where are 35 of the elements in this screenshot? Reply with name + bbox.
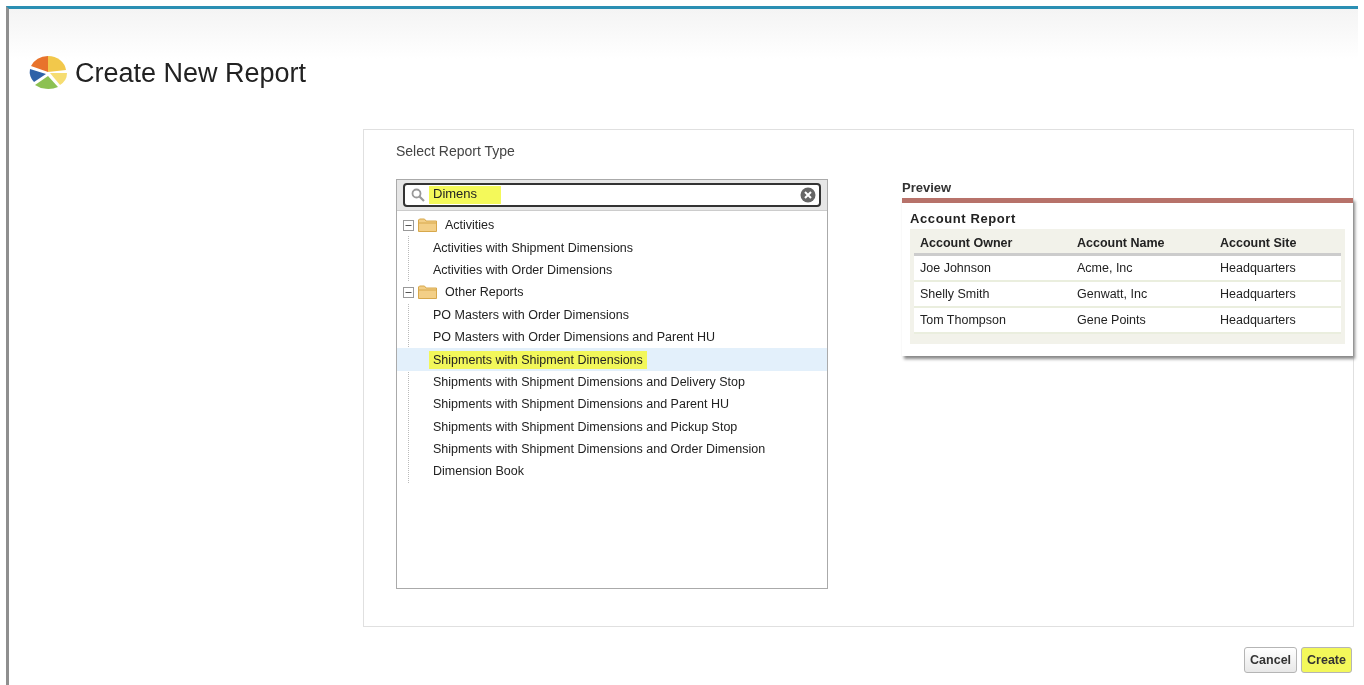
- folder-icon: [418, 285, 437, 300]
- report-type-item[interactable]: PO Masters with Order Dimensions: [429, 305, 633, 324]
- pie-chart-icon: [28, 54, 70, 92]
- folder-item[interactable]: Other Reports: [441, 283, 528, 302]
- table-cell: Headquarters: [1214, 307, 1341, 333]
- table-cell: Headquarters: [1214, 281, 1341, 307]
- action-button[interactable]: Cancel: [1244, 647, 1298, 673]
- action-button[interactable]: Create: [1301, 647, 1352, 673]
- report-type-item[interactable]: PO Masters with Order Dimensions and Parent HU: [429, 328, 720, 347]
- table-cell: Joe Johnson: [914, 254, 1071, 281]
- table-cell: Tom Thompson: [914, 307, 1071, 333]
- table-cell: Shelly Smith: [914, 281, 1071, 307]
- search-icon: [411, 188, 425, 202]
- page-title: Create New Report: [75, 57, 307, 89]
- table-cell: Headquarters: [1214, 254, 1341, 281]
- preview-heading: Preview: [902, 180, 953, 195]
- folder-item[interactable]: Activities: [441, 216, 499, 235]
- report-type-item[interactable]: Activities with Shipment Dimensions: [429, 238, 638, 257]
- report-type-item[interactable]: Shipments with Shipment Dimensions and Order Dimension: [429, 440, 770, 459]
- report-type-item[interactable]: Activities with Order Dimensions: [429, 260, 617, 279]
- collapse-icon[interactable]: [403, 219, 414, 231]
- report-type-item[interactable]: Shipments with Shipment Dimensions and Delivery Stop: [429, 372, 749, 391]
- report-type-item[interactable]: Shipments with Shipment Dimensions and Parent HU: [429, 395, 733, 414]
- folder-icon: [418, 218, 437, 233]
- report-type-item[interactable]: Shipments with Shipment Dimensions and Pickup Stop: [429, 417, 742, 436]
- report-title: Account Report: [910, 211, 1017, 226]
- clear-icon[interactable]: [800, 187, 816, 203]
- section-heading: Select Report Type: [396, 143, 516, 159]
- table-cell: Gene Points: [1071, 307, 1214, 333]
- table-cell: Acme, Inc: [1071, 254, 1214, 281]
- report-type-item[interactable]: Dimension Book: [429, 462, 528, 481]
- table-cell: Genwatt, Inc: [1071, 281, 1214, 307]
- collapse-icon[interactable]: [403, 286, 414, 298]
- search-field[interactable]: Dimens: [403, 183, 821, 207]
- report-type-item[interactable]: Shipments with Shipment Dimensions: [429, 350, 647, 369]
